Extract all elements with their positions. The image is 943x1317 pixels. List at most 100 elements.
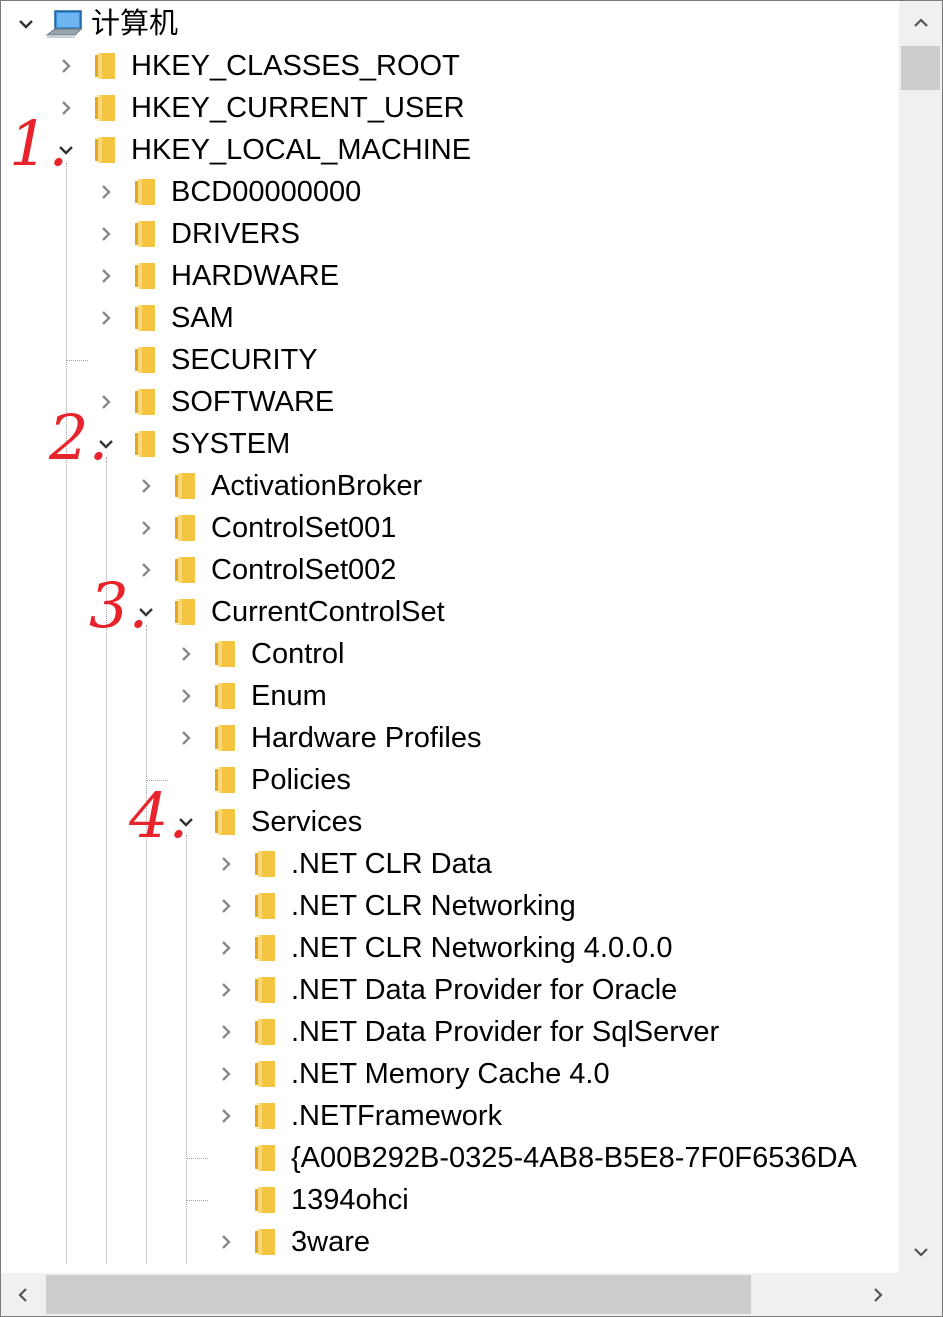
tree-node-label: {A00B292B-0325-4AB8-B5E8-7F0F6536DA [291,1142,857,1174]
tree-node-label: HKEY_CURRENT_USER [131,92,465,124]
chevron-right-icon[interactable] [211,1017,241,1047]
tree-node-bcd00000000[interactable]: BCD00000000 [1,171,899,213]
tree-node-hkey-local-machine[interactable]: HKEY_LOCAL_MACHINE [1,129,899,171]
folder-icon [251,975,279,1005]
folder-icon [171,597,199,627]
chevron-right-icon[interactable] [171,681,201,711]
tree-node-controlset001[interactable]: ControlSet001 [1,507,899,549]
chevron-down-icon[interactable] [11,9,41,39]
tree-node-hkey-current-user[interactable]: HKEY_CURRENT_USER [1,87,899,129]
tree-node-hardware[interactable]: HARDWARE [1,255,899,297]
tree-node-net-clr-networking-4-0-0-0[interactable]: .NET CLR Networking 4.0.0.0 [1,927,899,969]
tree-node-label: SYSTEM [171,428,291,460]
tree-node-net-data-provider-for-oracle[interactable]: .NET Data Provider for Oracle [1,969,899,1011]
chevron-right-icon[interactable] [211,891,241,921]
tree-node-label: 1394ohci [291,1184,409,1216]
tree-node-label: ControlSet001 [211,512,397,544]
chevron-right-icon[interactable] [51,51,81,81]
tree-root-row[interactable]: 计算机 [1,3,899,45]
chevron-right-icon[interactable] [211,1227,241,1257]
tree-node-netframework[interactable]: .NETFramework [1,1095,899,1137]
folder-icon [91,135,119,165]
tree-node-hardware-profiles[interactable]: Hardware Profiles [1,717,899,759]
folder-icon [171,471,199,501]
tree-node-label: DRIVERS [171,218,300,250]
scroll-up-button[interactable] [899,1,942,44]
chevron-right-icon[interactable] [91,177,121,207]
tree-node-security[interactable]: SECURITY [1,339,899,381]
folder-icon [91,51,119,81]
tree-node-label: BCD00000000 [171,176,362,208]
step-annotation-3: 3. [89,569,149,642]
folder-icon [131,345,159,375]
tree-node-label: HARDWARE [171,260,340,292]
chevron-right-icon[interactable] [211,1059,241,1089]
tree-node-net-clr-networking[interactable]: .NET CLR Networking [1,885,899,927]
tree-node-label: ActivationBroker [211,470,423,502]
scroll-down-button[interactable] [899,1230,942,1273]
scroll-left-button[interactable] [1,1273,44,1316]
folder-icon [211,639,239,669]
tree-node-sam[interactable]: SAM [1,297,899,339]
chevron-right-icon[interactable] [91,219,121,249]
tree-node-label: Control [251,638,345,670]
tree-node-software[interactable]: SOFTWARE [1,381,899,423]
chevron-right-icon[interactable] [211,1101,241,1131]
tree-node-activationbroker[interactable]: ActivationBroker [1,465,899,507]
tree-node-hkey-classes-root[interactable]: HKEY_CLASSES_ROOT [1,45,899,87]
registry-tree-pane: 计算机 HKEY_CLASSES_ROOT HKEY_CURRENT_USER HK… [0,0,943,1317]
tree-node-net-data-provider-for-sqlserver[interactable]: .NET Data Provider for SqlServer [1,1011,899,1053]
vertical-scrollbar[interactable] [899,1,942,1273]
tree-node-a00b292b-0325-4ab8-b5e8-7f0f6536da[interactable]: {A00B292B-0325-4AB8-B5E8-7F0F6536DA [1,1137,899,1179]
chevron-right-icon[interactable] [91,261,121,291]
folder-icon [131,177,159,207]
folder-icon [251,1185,279,1215]
tree-node-net-memory-cache-4-0[interactable]: .NET Memory Cache 4.0 [1,1053,899,1095]
folder-icon [211,807,239,837]
scroll-right-button[interactable] [856,1273,899,1316]
vertical-scroll-thumb[interactable] [901,46,940,90]
folder-icon [131,261,159,291]
tree-node-label: SAM [171,302,234,334]
tree-node-label: .NET Memory Cache 4.0 [291,1058,610,1090]
tree-node-1394ohci[interactable]: 1394ohci [1,1179,899,1221]
tree-root-label: 计算机 [91,8,179,40]
folder-icon [171,555,199,585]
tree-node-label: SOFTWARE [171,386,335,418]
folder-icon [131,387,159,417]
tree-node-system[interactable]: SYSTEM [1,423,899,465]
tree-node-label: .NET CLR Networking 4.0.0.0 [291,932,673,964]
folder-icon [251,1143,279,1173]
chevron-right-icon[interactable] [171,639,201,669]
step-annotation-2: 2. [49,401,109,474]
chevron-right-icon[interactable] [91,303,121,333]
folder-icon [131,219,159,249]
tree-node-label: .NET Data Provider for SqlServer [291,1016,720,1048]
folder-icon [91,93,119,123]
computer-icon [45,9,85,41]
folder-icon [131,303,159,333]
tree-node-label: .NETFramework [291,1100,503,1132]
tree-node-3ware[interactable]: 3ware [1,1221,899,1263]
tree-node-label: Hardware Profiles [251,722,482,754]
chevron-right-icon[interactable] [211,849,241,879]
tree-node-label: SECURITY [171,344,318,376]
horizontal-scrollbar[interactable] [1,1273,899,1316]
chevron-right-icon[interactable] [131,471,161,501]
chevron-right-icon[interactable] [211,933,241,963]
folder-icon [171,513,199,543]
folder-icon [211,681,239,711]
tree-node-enum[interactable]: Enum [1,675,899,717]
step-annotation-1: 1. [9,107,69,180]
chevron-right-icon[interactable] [171,723,201,753]
tree-node-label: .NET Data Provider for Oracle [291,974,678,1006]
chevron-right-icon[interactable] [211,975,241,1005]
tree-node-drivers[interactable]: DRIVERS [1,213,899,255]
chevron-right-icon[interactable] [131,513,161,543]
horizontal-scroll-thumb[interactable] [46,1275,751,1314]
tree-node-label: Policies [251,764,351,796]
folder-icon [211,723,239,753]
tree-node-label: 3ware [291,1226,370,1258]
tree-node-label: HKEY_CLASSES_ROOT [131,50,460,82]
tree-node-label: HKEY_LOCAL_MACHINE [131,134,472,166]
